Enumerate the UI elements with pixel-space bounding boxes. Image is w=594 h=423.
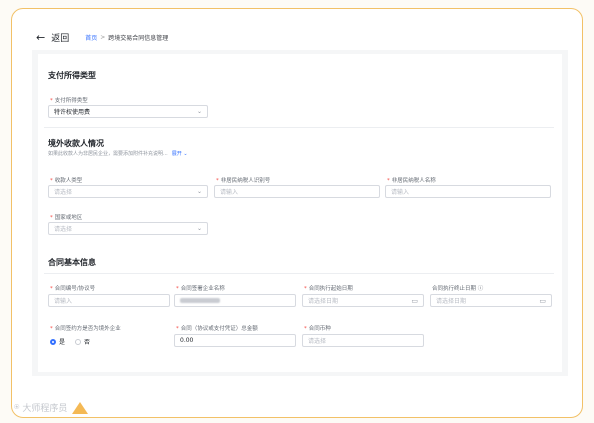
breadcrumb: 首页 > 跨境交易合同信息管理 xyxy=(85,33,168,42)
label-total-amount: * 合同（协议或支付凭证）总金额 xyxy=(176,326,258,332)
currency-select[interactable]: 请选择 xyxy=(302,334,424,347)
payment-type-select[interactable]: 特许权使用费 ⌄ xyxy=(48,105,208,118)
total-amount-input[interactable]: 0.00 xyxy=(174,334,296,347)
top-bar: ← 返回 首页 > 跨境交易合同信息管理 xyxy=(36,30,168,44)
label-foreign-party: * 合同签约方是否为境外企业 xyxy=(50,326,121,332)
section-title-payment-type: 支付所得类型 xyxy=(48,71,96,80)
contract-company-input[interactable] xyxy=(174,294,296,307)
end-date-picker[interactable]: 请选择日期 ▭ xyxy=(430,294,552,307)
nonresident-name-input[interactable]: 请输入 xyxy=(385,185,551,198)
chevron-down-icon: ⌄ xyxy=(196,188,202,195)
triangle-icon xyxy=(72,401,89,414)
nonresident-taxid-input[interactable]: 请输入 xyxy=(214,185,380,198)
label-country: * 国家或地区 xyxy=(50,215,83,221)
back-button[interactable]: 返回 xyxy=(51,31,69,44)
watermark-logo-icon: ⍟ xyxy=(14,402,20,413)
payee-hint: 如果此收款人为非居民企业，需要添加附件补充说明... 展开 ⌄ xyxy=(48,150,188,157)
radio-yes[interactable]: 是 xyxy=(50,337,65,346)
label-start-date: * 合同执行起始日期 xyxy=(304,286,353,292)
label-payment-type: * 支付所得类型 xyxy=(50,98,88,104)
watermark: ⍟ 大师程序员 xyxy=(14,401,89,414)
section-title-payee: 境外收款人情况 xyxy=(48,139,104,148)
label-contract-company: * 合同签署企业名称 xyxy=(176,286,225,292)
watermark-text: 大师程序员 xyxy=(22,404,68,414)
label-nonresident-taxid: * 非居民纳税人识别号 xyxy=(216,178,271,184)
content-panel: 支付所得类型 * 支付所得类型 特许权使用费 ⌄ 境外收款人情况 如果此收款人为非居… xyxy=(32,50,568,376)
chevron-down-icon: ⌄ xyxy=(196,108,202,115)
label-nonresident-name: * 非居民纳税人名称 xyxy=(387,178,436,184)
hint-expand-link[interactable]: 展开 ⌄ xyxy=(172,150,188,157)
breadcrumb-home[interactable]: 首页 xyxy=(85,33,97,42)
back-arrow-icon[interactable]: ← xyxy=(36,32,45,43)
divider xyxy=(44,127,554,128)
foreign-party-radio-group: 是 否 xyxy=(50,337,90,346)
radio-no[interactable]: 否 xyxy=(75,337,90,346)
form-card: 支付所得类型 * 支付所得类型 特许权使用费 ⌄ 境外收款人情况 如果此收款人为非居… xyxy=(38,54,562,372)
calendar-icon: ▭ xyxy=(411,296,418,305)
country-select[interactable]: 请选择 ⌄ xyxy=(48,222,208,235)
label-contract-number: * 合同编号/协议号 xyxy=(50,286,96,292)
divider xyxy=(44,273,554,274)
redacted-value xyxy=(180,298,220,303)
breadcrumb-current: 跨境交易合同信息管理 xyxy=(108,34,169,42)
contract-number-input[interactable]: 请输入 xyxy=(48,294,170,307)
label-payee-type: * 收款人类型 xyxy=(50,178,83,184)
label-currency: * 合同币种 xyxy=(304,326,331,332)
payee-type-select[interactable]: 请选择 ⌄ xyxy=(48,185,208,198)
breadcrumb-separator: > xyxy=(100,33,106,41)
label-end-date: 合同执行终止日期 ⓘ xyxy=(432,286,484,292)
calendar-icon: ▭ xyxy=(539,296,546,305)
start-date-picker[interactable]: 请选择日期 ▭ xyxy=(302,294,424,307)
section-title-contract: 合同基本信息 xyxy=(48,258,96,267)
chevron-down-icon: ⌄ xyxy=(196,225,202,232)
